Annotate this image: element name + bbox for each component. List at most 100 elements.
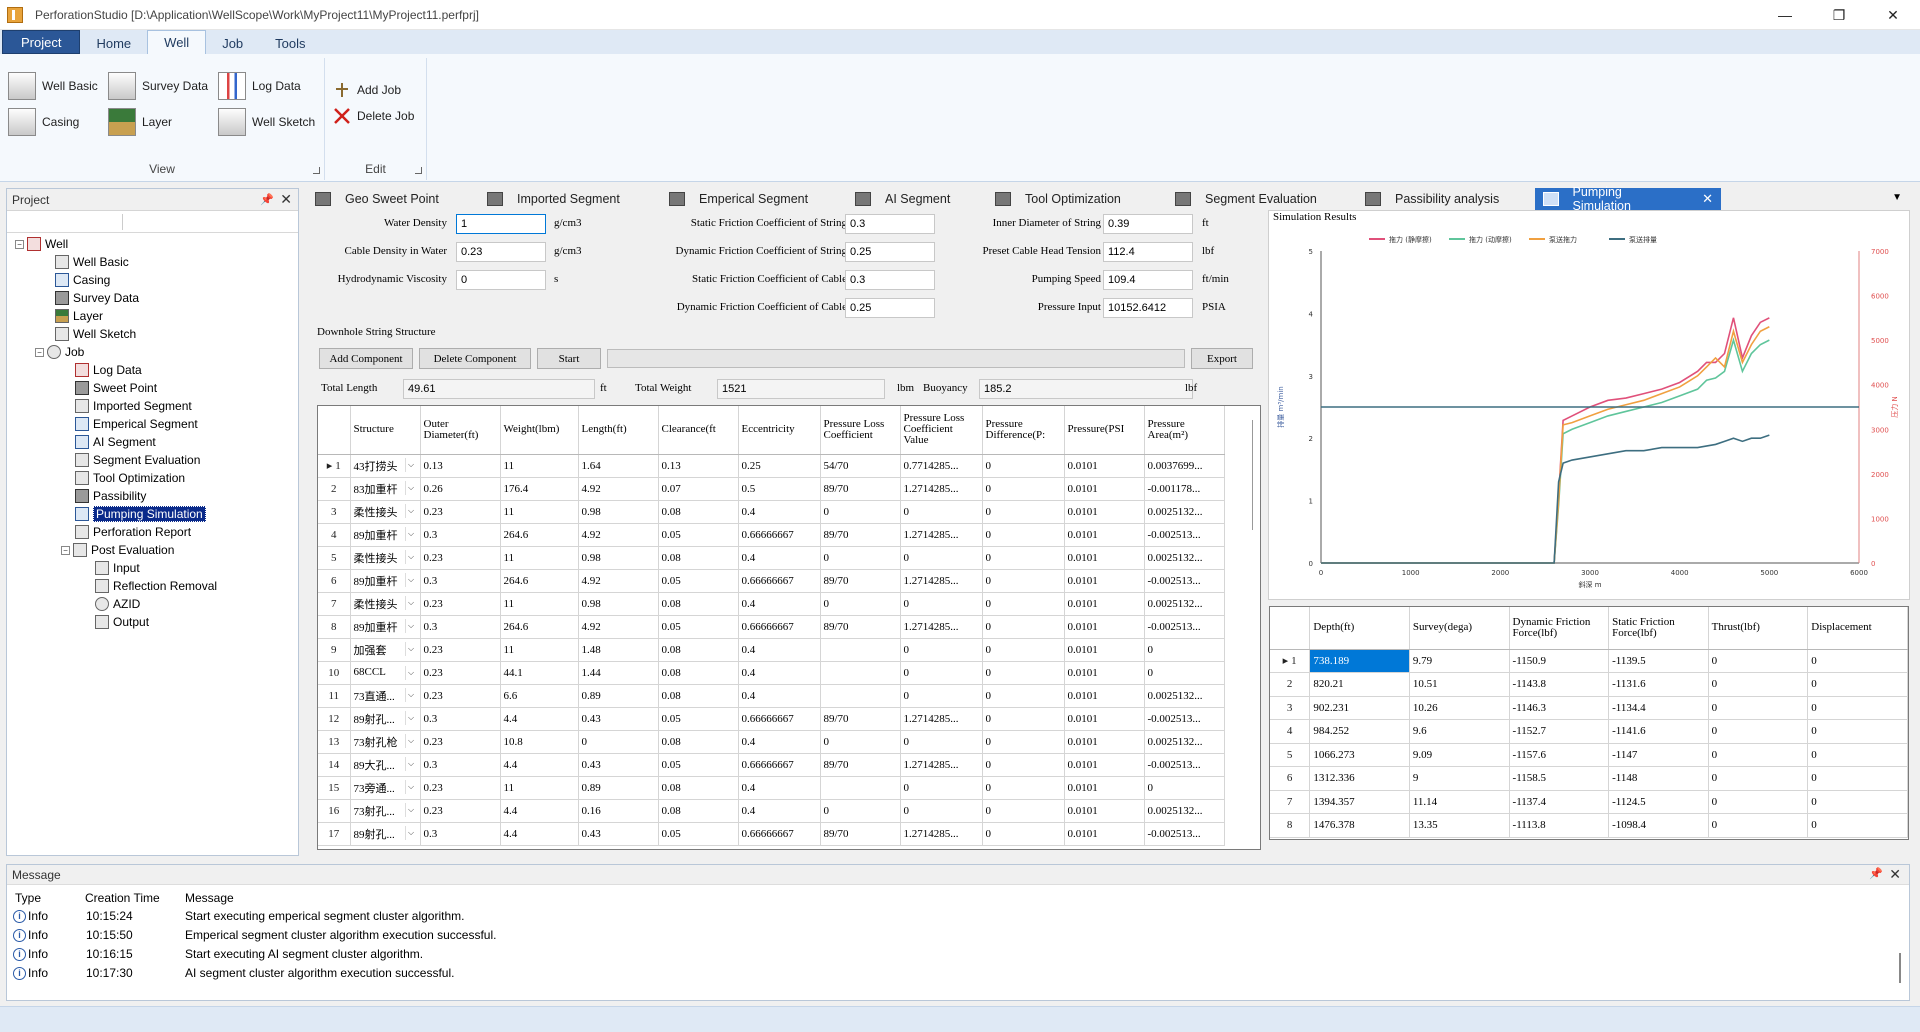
table-cell[interactable]: -1141.6: [1608, 719, 1709, 744]
row-header[interactable]: 7: [1270, 790, 1311, 814]
table-cell[interactable]: 1.2714285...: [900, 477, 983, 501]
table-cell[interactable]: 73射孔... ⌵: [350, 799, 421, 823]
table-cell[interactable]: 820.21: [1309, 672, 1410, 697]
table-cell[interactable]: 0.66666667: [738, 615, 821, 639]
column-header[interactable]: Weight(lbm): [500, 406, 579, 455]
table-cell[interactable]: 0.08: [658, 661, 739, 685]
table-cell[interactable]: 0.08: [658, 776, 739, 800]
chevron-down-icon[interactable]: ⌵: [404, 457, 417, 472]
table-row[interactable]: 17 89射孔... ⌵ 0.3 4.4 0.43 0.05 0.66666667 89/70 1…: [318, 822, 1225, 846]
row-header[interactable]: 13: [318, 730, 351, 754]
table-cell[interactable]: 0.0101: [1064, 454, 1145, 478]
tree-node-layer[interactable]: Layer: [7, 307, 298, 325]
row-header[interactable]: 3: [318, 500, 351, 524]
table-cell[interactable]: 264.6: [500, 523, 579, 547]
table-cell[interactable]: 1.2714285...: [900, 523, 983, 547]
table-cell[interactable]: 0: [820, 592, 901, 616]
delete-job-button[interactable]: Delete Job: [333, 106, 414, 126]
table-cell[interactable]: 柔性接头 ⌵: [350, 592, 421, 616]
table-cell[interactable]: 0.89: [578, 776, 659, 800]
table-cell[interactable]: 1476.378: [1309, 813, 1410, 838]
table-cell[interactable]: 902.231: [1309, 696, 1410, 720]
table-cell[interactable]: 0.43: [578, 753, 659, 777]
table-cell[interactable]: 89/70: [820, 753, 901, 777]
table-cell[interactable]: 0: [1807, 672, 1908, 697]
row-header[interactable]: 12: [318, 707, 351, 731]
row-header[interactable]: 5: [1270, 743, 1311, 767]
add-job-button[interactable]: Add Job: [333, 80, 401, 100]
chevron-down-icon[interactable]: ⌵: [404, 665, 417, 680]
table-cell[interactable]: 0: [982, 730, 1065, 754]
table-cell[interactable]: 4.92: [578, 477, 659, 501]
table-cell[interactable]: 54/70: [820, 454, 901, 478]
table-cell[interactable]: 0: [1144, 661, 1225, 685]
table-cell[interactable]: -1146.3: [1509, 696, 1610, 720]
row-header[interactable]: 16: [318, 799, 351, 823]
tree-node-imported-segment[interactable]: Imported Segment: [7, 397, 298, 415]
row-header[interactable]: 2: [318, 477, 351, 501]
table-cell[interactable]: 0: [1708, 672, 1809, 697]
table-cell[interactable]: 0: [982, 776, 1065, 800]
row-header[interactable]: 6: [1270, 766, 1311, 791]
table-cell[interactable]: [820, 661, 901, 685]
table-cell[interactable]: -1134.4: [1608, 696, 1709, 720]
chevron-down-icon[interactable]: ⌵: [404, 802, 417, 817]
table-cell[interactable]: -0.002513...: [1144, 753, 1225, 777]
column-header[interactable]: Outer Diameter(ft): [420, 406, 501, 455]
table-cell[interactable]: 0: [982, 592, 1065, 616]
table-cell[interactable]: 44.1: [500, 661, 579, 685]
tab-ai-segment[interactable]: AI Segment: [847, 188, 987, 210]
table-cell[interactable]: 0: [820, 546, 901, 570]
table-cell[interactable]: -1143.8: [1509, 672, 1610, 697]
tab-close-icon[interactable]: ✕: [1702, 191, 1713, 207]
table-row[interactable]: 6 89加重杆 ⌵ 0.3 264.6 4.92 0.05 0.66666667 89/70 1.…: [318, 569, 1225, 593]
table-cell[interactable]: 4.4: [500, 822, 579, 846]
table-row[interactable]: ▸ 1 43打捞头 ⌵ 0.13 11 1.64 0.13 0.25 54/70 0.7714285…: [318, 454, 1225, 478]
table-cell[interactable]: 柔性接头 ⌵: [350, 500, 421, 524]
column-header[interactable]: Pressure Loss Coefficient Value: [900, 406, 983, 455]
table-cell[interactable]: 9: [1409, 766, 1510, 791]
column-header[interactable]: Eccentricity: [738, 406, 821, 455]
table-cell[interactable]: 1.64: [578, 454, 659, 478]
table-cell[interactable]: 0: [900, 546, 983, 570]
table-cell[interactable]: 0.3: [420, 822, 501, 846]
table-cell[interactable]: 0.0101: [1064, 615, 1145, 639]
table-cell[interactable]: 11.14: [1409, 790, 1510, 814]
table-cell[interactable]: 0: [1807, 719, 1908, 744]
table-cell[interactable]: -1157.6: [1509, 743, 1610, 767]
table-cell[interactable]: 0.4: [738, 500, 821, 524]
table-cell[interactable]: 1.48: [578, 638, 659, 662]
column-header[interactable]: Pressure Loss Coefficient: [820, 406, 901, 455]
table-row[interactable]: 11 73直通... ⌵ 0.23 6.6 0.89 0.08 0.4 0 0 0.0101 0.00…: [318, 684, 1225, 708]
table-cell[interactable]: 0.25: [738, 454, 821, 478]
table-cell[interactable]: -1137.4: [1509, 790, 1610, 814]
table-cell[interactable]: 0: [982, 615, 1065, 639]
delete-component-button[interactable]: Delete Component: [419, 348, 531, 369]
tab-emperical-segment[interactable]: Emperical Segment: [661, 188, 847, 210]
table-row[interactable]: 3 柔性接头 ⌵ 0.23 11 0.98 0.08 0.4 0 0 0 0.0101 0.002513…: [318, 500, 1225, 524]
table-cell[interactable]: 0.4: [738, 638, 821, 662]
row-header[interactable]: 4: [318, 523, 351, 547]
table-cell[interactable]: -1147: [1608, 743, 1709, 767]
table-cell[interactable]: 0.08: [658, 592, 739, 616]
structure-scrollbar[interactable]: [1252, 420, 1258, 530]
table-cell[interactable]: 0: [578, 730, 659, 754]
table-cell[interactable]: -1150.9: [1509, 649, 1610, 673]
table-cell[interactable]: 0: [900, 776, 983, 800]
row-header[interactable]: 17: [318, 822, 351, 846]
chevron-down-icon[interactable]: ⌵: [404, 710, 417, 725]
table-cell[interactable]: 176.4: [500, 477, 579, 501]
menu-project[interactable]: Project: [2, 30, 81, 54]
table-cell[interactable]: 68CCL ⌵: [350, 661, 421, 685]
table-cell[interactable]: 89/70: [820, 569, 901, 593]
table-cell[interactable]: 0.0101: [1064, 500, 1145, 524]
preset-tension-input[interactable]: [1103, 242, 1193, 262]
tree-node-sweet-point[interactable]: Sweet Point: [7, 379, 298, 397]
table-cell[interactable]: 0.0101: [1064, 730, 1145, 754]
table-cell[interactable]: 1312.336: [1309, 766, 1410, 791]
tree-node-casing[interactable]: Casing: [7, 271, 298, 289]
table-cell[interactable]: 0: [1708, 790, 1809, 814]
chevron-down-icon[interactable]: ⌵: [404, 595, 417, 610]
table-cell[interactable]: 4.92: [578, 569, 659, 593]
panel-close-icon[interactable]: ✕: [1889, 866, 1901, 883]
